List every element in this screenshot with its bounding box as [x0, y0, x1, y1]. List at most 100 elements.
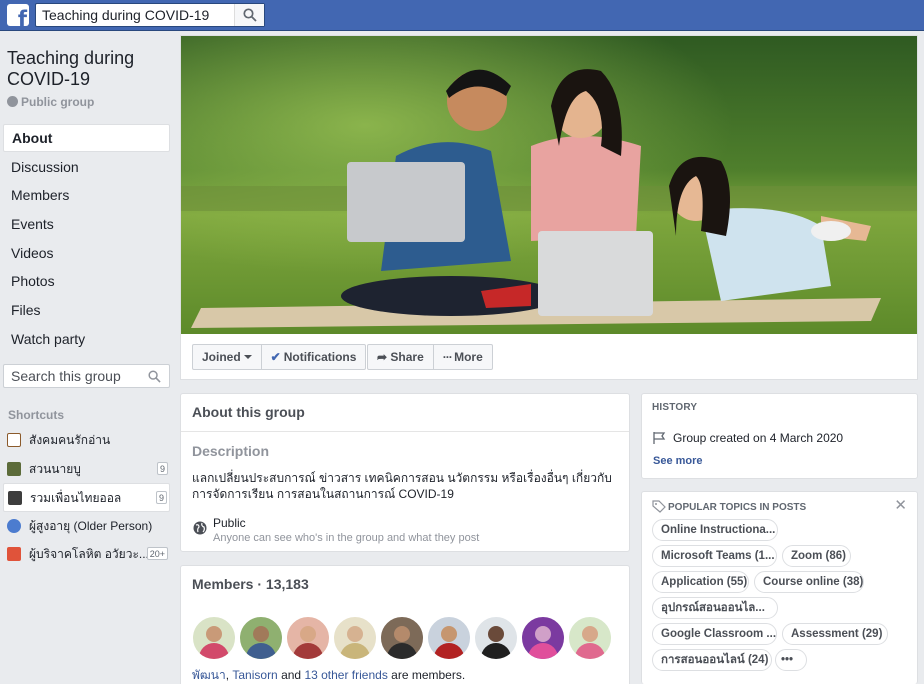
nav-item-about[interactable]: About: [3, 124, 170, 152]
nav-item-photos[interactable]: Photos: [3, 267, 170, 295]
people-icon: [7, 518, 21, 533]
group-title[interactable]: Teaching during COVID-19: [7, 48, 172, 90]
members-friends-line: พัฒนา, Tanisorn and 13 other friends are…: [192, 666, 465, 684]
group-privacy-label: Public group: [21, 95, 95, 109]
shortcut-label: ผู้บริจาคโลหิต อวัยวะ...: [29, 547, 149, 561]
top-bar: f: [0, 0, 924, 31]
global-search-input[interactable]: [36, 4, 232, 26]
topic-chip[interactable]: Zoom (86): [782, 545, 851, 567]
member-avatars: [192, 616, 622, 662]
topic-chip[interactable]: อุปกรณ์สอนออนไล...: [652, 597, 778, 619]
more-dots-icon: ···: [442, 350, 455, 364]
search-icon[interactable]: [148, 370, 161, 383]
shortcut-label: รวมเพื่อนไทยออล: [30, 491, 122, 505]
group-photo-icon: [8, 491, 22, 505]
popular-topics-title: POPULAR TOPICS IN POSTS: [668, 502, 807, 513]
gift-icon: [7, 547, 21, 561]
and-text: and: [277, 668, 305, 682]
history-heading: HISTORY: [652, 402, 698, 413]
more-button[interactable]: ··· More: [432, 345, 492, 369]
divider: [181, 431, 629, 432]
group-privacy: Public group: [7, 95, 94, 109]
topic-chip[interactable]: การสอนออนไลน์ (24): [652, 649, 772, 671]
topic-chip[interactable]: Google Classroom ...: [652, 623, 777, 645]
shortcut-item[interactable]: รวมเพื่อนไทยออล 9: [3, 483, 170, 512]
nav-item-watch-party[interactable]: Watch party: [3, 325, 170, 353]
global-search: [35, 3, 265, 27]
history-card: HISTORY Group created on 4 March 2020 Se…: [641, 393, 918, 479]
shortcut-label: สวนนายบู: [29, 461, 81, 476]
topic-chip[interactable]: Application (55): [652, 571, 749, 593]
topic-chip[interactable]: Course online (38): [754, 571, 864, 593]
members-heading[interactable]: Members · 13,183: [192, 576, 309, 592]
avatar[interactable]: [192, 616, 236, 660]
members-card: Members · 13,183 พัฒนา, Tanisorn and 13 …: [180, 565, 630, 684]
avatar[interactable]: [568, 616, 612, 660]
history-created-text: Group created on 4 March 2020: [673, 431, 844, 445]
cover-card: Joined ✔ Notifications ➦ Share ··· More: [180, 35, 918, 380]
group-search-input[interactable]: [4, 365, 144, 387]
share-button[interactable]: ➦ Share: [368, 345, 433, 369]
joined-label: Joined: [202, 350, 241, 364]
friend-link[interactable]: พัฒนา: [192, 668, 226, 682]
topic-chip[interactable]: Microsoft Teams (1...: [652, 545, 777, 567]
see-more-link[interactable]: See more: [653, 455, 703, 467]
facebook-logo-icon[interactable]: f: [7, 4, 29, 26]
shortcut-count-badge: 9: [156, 461, 168, 475]
avatar[interactable]: [239, 616, 283, 660]
left-sidebar: Teaching during COVID-19 Public group Ab…: [0, 31, 180, 684]
description-label: Description: [192, 443, 270, 459]
shortcut-item[interactable]: สังคมคนรักอ่าน: [3, 426, 170, 455]
avatar[interactable]: [427, 616, 471, 660]
share-icon: ➦: [377, 350, 391, 364]
cover-photo[interactable]: [181, 36, 917, 334]
cover-photo-illustration: [181, 36, 917, 334]
topic-chip[interactable]: Online Instructiona...: [652, 519, 778, 541]
group-search: [3, 364, 170, 388]
popular-topics-heading: POPULAR TOPICS IN POSTS: [652, 500, 806, 513]
nav-item-members[interactable]: Members: [3, 181, 170, 209]
group-nav: About Discussion Members Events Videos P…: [3, 124, 170, 354]
shortcut-label: สังคมคนรักอ่าน: [29, 433, 111, 447]
avatar[interactable]: [380, 616, 424, 660]
shortcut-item[interactable]: ผู้บริจาคโลหิต อวัยวะ... 20+: [3, 540, 170, 569]
close-icon[interactable]: ✕: [894, 498, 907, 513]
shortcut-count-badge: 20+: [146, 547, 168, 560]
share-more-buttons: ➦ Share ··· More: [367, 344, 493, 370]
about-card: About this group Description แลกเปลี่ยนป…: [180, 393, 630, 552]
avatar[interactable]: [474, 616, 518, 660]
avatar[interactable]: [333, 616, 377, 660]
joined-button[interactable]: Joined: [193, 345, 261, 369]
shortcut-item[interactable]: ผู้สูงอายุ (Older Person): [3, 512, 170, 541]
membership-buttons: Joined ✔ Notifications: [192, 344, 367, 370]
notifications-button[interactable]: ✔ Notifications: [260, 345, 366, 369]
nav-item-discussion[interactable]: Discussion: [3, 153, 170, 181]
shortcut-count-badge: 9: [155, 491, 167, 504]
shortcuts-list: สังคมคนรักอ่าน สวนนายบู 9 รวมเพื่อนไทยออ…: [3, 426, 170, 569]
avatar[interactable]: [521, 616, 565, 660]
globe-icon: [193, 521, 207, 535]
shortcut-label: ผู้สูงอายุ (Older Person): [29, 518, 153, 533]
history-created: Group created on 4 March 2020: [652, 431, 843, 445]
topic-chip[interactable]: Assessment (29): [782, 623, 888, 645]
notifications-label: Notifications: [283, 350, 357, 364]
shortcut-item[interactable]: สวนนายบู 9: [3, 455, 170, 484]
friend-link[interactable]: Tanisorn: [232, 668, 277, 682]
caret-down-icon: [243, 355, 252, 359]
globe-icon: [7, 96, 18, 107]
share-label: Share: [390, 350, 424, 364]
garden-icon: [7, 461, 21, 476]
public-label: Public: [213, 516, 246, 530]
other-friends-link[interactable]: 13 other friends: [304, 668, 387, 682]
check-icon: ✔: [270, 350, 281, 364]
more-topics-button[interactable]: •••: [775, 649, 807, 671]
nav-item-videos[interactable]: Videos: [3, 239, 170, 267]
about-heading: About this group: [192, 404, 305, 420]
avatar[interactable]: [286, 616, 330, 660]
global-search-button[interactable]: [234, 4, 264, 26]
search-icon: [243, 8, 257, 22]
more-label: More: [454, 350, 483, 364]
nav-item-events[interactable]: Events: [3, 210, 170, 238]
members-suffix-text: are members.: [387, 668, 466, 682]
nav-item-files[interactable]: Files: [3, 296, 170, 324]
